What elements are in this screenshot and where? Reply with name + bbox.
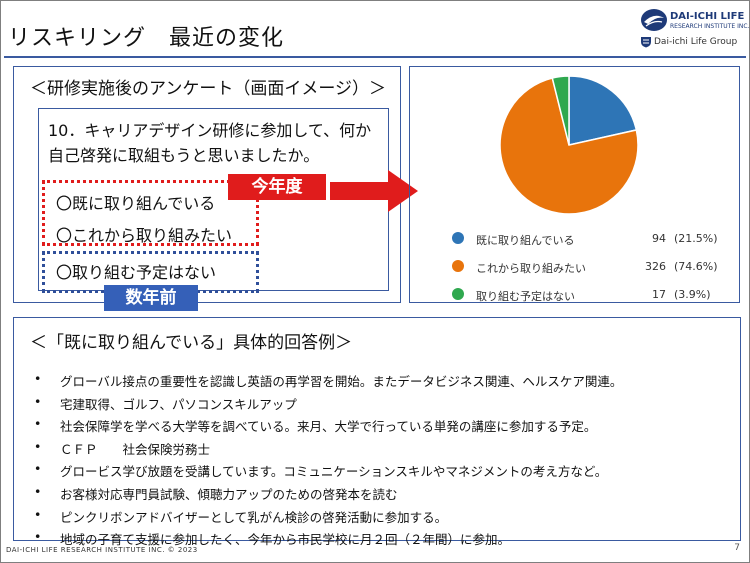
legend-label: これから取り組みたい [476,262,586,275]
legend-dot [452,288,464,300]
legend-count: 94 [652,232,666,245]
legend-dot [452,260,464,272]
logo-line2: RESEARCH INSTITUTE INC. [670,23,750,30]
this-year-tag: 今年度 [228,174,326,200]
list-item-text: お客様対応専門員試験、傾聴力アップのための啓発本を読む [60,486,398,502]
examples-heading: ＜「既に取り組んでいる」具体的回答例＞ [30,333,353,353]
logo-line1: DAI-ICHI LIFE [670,11,745,22]
footer-copyright: DAI-ICHI LIFE RESEARCH INSTITUTE INC. © … [6,546,198,554]
bullet: • [34,461,42,477]
option-already: 〇既に取り組んでいる [56,194,216,213]
legend-label: 既に取り組んでいる [476,234,575,247]
legend-percent: (3.9%) [674,288,711,301]
list-item-text: 宅建取得、ゴルフ、パソコンスキルアップ [60,396,297,412]
title-divider [4,56,746,58]
page-number: 7 [734,543,740,553]
survey-question: 10．キャリアデザイン研修に参加して、何か自己啓発に取組もうと思いましたか。 [48,121,372,165]
survey-heading: ＜研修実施後のアンケート（画面イメージ）＞ [30,79,386,99]
bullet: • [34,529,42,545]
list-item-text: グロービス学び放題を受講しています。コミュニケーションスキルやマネジメントの考え… [60,464,608,480]
legend-count: 17 [652,288,666,301]
bullet: • [34,506,42,522]
bullet: • [34,416,42,432]
bullet: • [34,483,42,499]
dai-ichi-logo-icon [641,9,667,31]
right-arrow-icon [330,170,418,212]
legend-percent: (74.6%) [674,260,718,273]
bullet: • [34,371,42,386]
legend-count: 326 [645,260,666,273]
group-shield-icon [641,37,651,48]
list-item-text: グローバル接点の重要性を認識し英語の再学習を開始。またデータビジネス関連、ヘルス… [60,374,623,389]
legend-label: 取り組む予定はない [476,290,575,303]
logo-group: Dai-ichi Life Group [654,37,738,47]
option-will-start: 〇これから取り組みたい [56,226,233,245]
list-item-text: ピンクリボンアドバイザーとして乳がん検診の啓発活動に参加する。 [60,509,448,525]
company-logo: DAI-ICHI LIFE RESEARCH INSTITUTE INC. Da… [640,6,749,54]
legend-dot [452,232,464,244]
bullet: • [34,438,42,454]
slide-title: リスキリング 最近の変化 [8,26,285,51]
years-ago-tag: 数年前 [104,285,198,311]
option-no-plan: 〇取り組む予定はない [56,263,217,282]
legend-percent: (21.5%) [674,232,718,245]
list-item-text: 社会保障学を学べる大学等を調べている。来月、大学で行っている単発の講座に参加する… [60,419,597,435]
bullet: • [34,393,42,409]
pie-chart [499,75,639,215]
list-item-text: ＣＦＰ 社会保険労務士 [60,441,211,457]
